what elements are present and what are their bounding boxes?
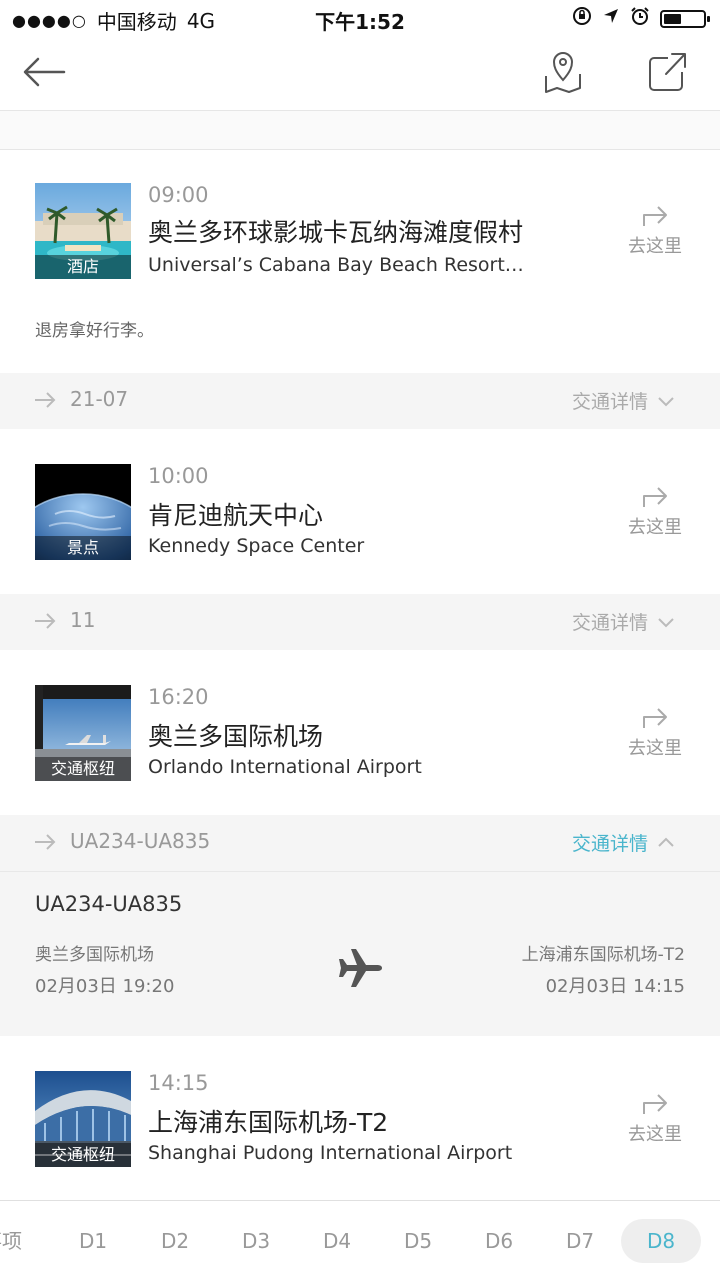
flight-arrival-time: 02月03日 14:15 [545,976,685,997]
itinerary-item-attraction[interactable]: 景点 10:00 肯尼迪航天中心 Kennedy Space Center 去这… [0,429,720,594]
alarm-icon [630,6,650,31]
tab-items[interactable]: 事项 [0,1219,42,1263]
item-thumbnail: 交通枢纽 [35,1071,131,1167]
share-icon[interactable] [644,50,690,94]
navigate-button[interactable]: 去这里 [620,1090,690,1146]
turn-arrow-icon [643,708,667,728]
battery-icon [660,9,710,28]
top-divider-band [0,111,720,150]
chevron-down-icon [658,397,674,407]
tab-d7[interactable]: D7 [540,1219,620,1263]
transport-code: UA234-UA835 [70,829,211,853]
item-title: 上海浦东国际机场-T2 [148,1108,389,1137]
item-thumbnail: 景点 [35,464,131,560]
item-note: 退房拿好行李。 [35,321,154,341]
tab-d3[interactable]: D3 [216,1219,296,1263]
item-subtitle: Kennedy Space Center [148,535,365,557]
transport-row[interactable]: 11 交通详情 [0,594,720,650]
chevron-up-icon [658,837,674,847]
tab-d6[interactable]: D6 [459,1219,539,1263]
navigate-button[interactable]: 去这里 [620,202,690,258]
transport-code: 21-07 [70,387,129,411]
status-bar: ●●●●○ 中国移动 4G 下午1:52 [0,0,720,36]
transport-detail-link[interactable]: 交通详情 [572,829,648,856]
transport-detail-link[interactable]: 交通详情 [572,608,648,635]
navigate-button[interactable]: 去这里 [620,704,690,760]
turn-arrow-icon [643,1094,667,1114]
arrow-right-icon [35,392,56,408]
navigate-button[interactable]: 去这里 [620,483,690,539]
item-category-tag: 交通枢纽 [35,757,131,781]
tab-d1[interactable]: D1 [53,1219,133,1263]
transport-code: 11 [70,608,96,632]
item-time: 09:00 [148,183,209,207]
item-time: 14:15 [148,1071,209,1095]
battery-fill [664,13,682,24]
map-pin-icon[interactable] [540,50,586,94]
flight-number: UA234-UA835 [35,892,183,916]
flight-departure-time: 02月03日 19:20 [35,976,175,997]
turn-arrow-icon [643,206,667,226]
flight-arrival-airport: 上海浦东国际机场-T2 [521,945,685,965]
navigate-label: 去这里 [628,738,682,759]
rotation-lock-icon [572,6,592,31]
item-category-tag: 景点 [35,536,131,560]
flight-detail-panel: UA234-UA835 奥兰多国际机场 02月03日 19:20 上海浦东国际机… [0,871,720,1036]
item-time: 10:00 [148,464,209,488]
status-right [572,6,710,31]
item-subtitle: Shanghai Pudong International Airport [148,1142,513,1164]
arrow-right-icon [35,613,56,629]
chevron-down-icon [658,618,674,628]
item-title: 奥兰多国际机场 [148,722,324,751]
item-subtitle: Orlando International Airport [148,756,422,778]
nav-bar [0,36,720,111]
item-subtitle: Universal’s Cabana Bay Beach Resort… [148,254,524,276]
back-arrow-icon[interactable] [22,54,66,90]
navigate-label: 去这里 [628,517,682,538]
transport-detail-link[interactable]: 交通详情 [572,387,648,414]
itinerary-item-transport-hub[interactable]: 交通枢纽 16:20 奥兰多国际机场 Orlando International… [0,650,720,815]
item-title: 肯尼迪航天中心 [148,501,324,530]
tab-d8[interactable]: D8 [621,1219,701,1263]
arrow-right-icon [35,834,56,850]
flight-departure-airport: 奥兰多国际机场 [35,945,154,965]
item-title: 奥兰多环球影城卡瓦纳海滩度假村 [148,218,524,247]
turn-arrow-icon [643,487,667,507]
day-tab-bar: 事项 D1 D2 D3 D4 D5 D6 D7 D8 [0,1200,720,1281]
item-thumbnail: 酒店 [35,183,131,279]
item-thumbnail: 交通枢纽 [35,685,131,781]
itinerary-item-hotel[interactable]: 酒店 09:00 奥兰多环球影城卡瓦纳海滩度假村 Universal’s Cab… [0,150,720,373]
navigate-label: 去这里 [628,1124,682,1145]
item-category-tag: 酒店 [35,255,131,279]
transport-row-expanded[interactable]: UA234-UA835 交通详情 [0,815,720,871]
transport-row[interactable]: 21-07 交通详情 [0,373,720,429]
airplane-icon [339,949,382,987]
location-arrow-icon [602,7,620,30]
tab-d5[interactable]: D5 [378,1219,458,1263]
navigate-label: 去这里 [628,236,682,257]
tab-d4[interactable]: D4 [297,1219,377,1263]
tab-d2[interactable]: D2 [135,1219,215,1263]
itinerary-item-transport-hub[interactable]: 交通枢纽 14:15 上海浦东国际机场-T2 Shanghai Pudong I… [0,1036,720,1199]
item-category-tag: 交通枢纽 [35,1143,131,1167]
item-time: 16:20 [148,685,209,709]
